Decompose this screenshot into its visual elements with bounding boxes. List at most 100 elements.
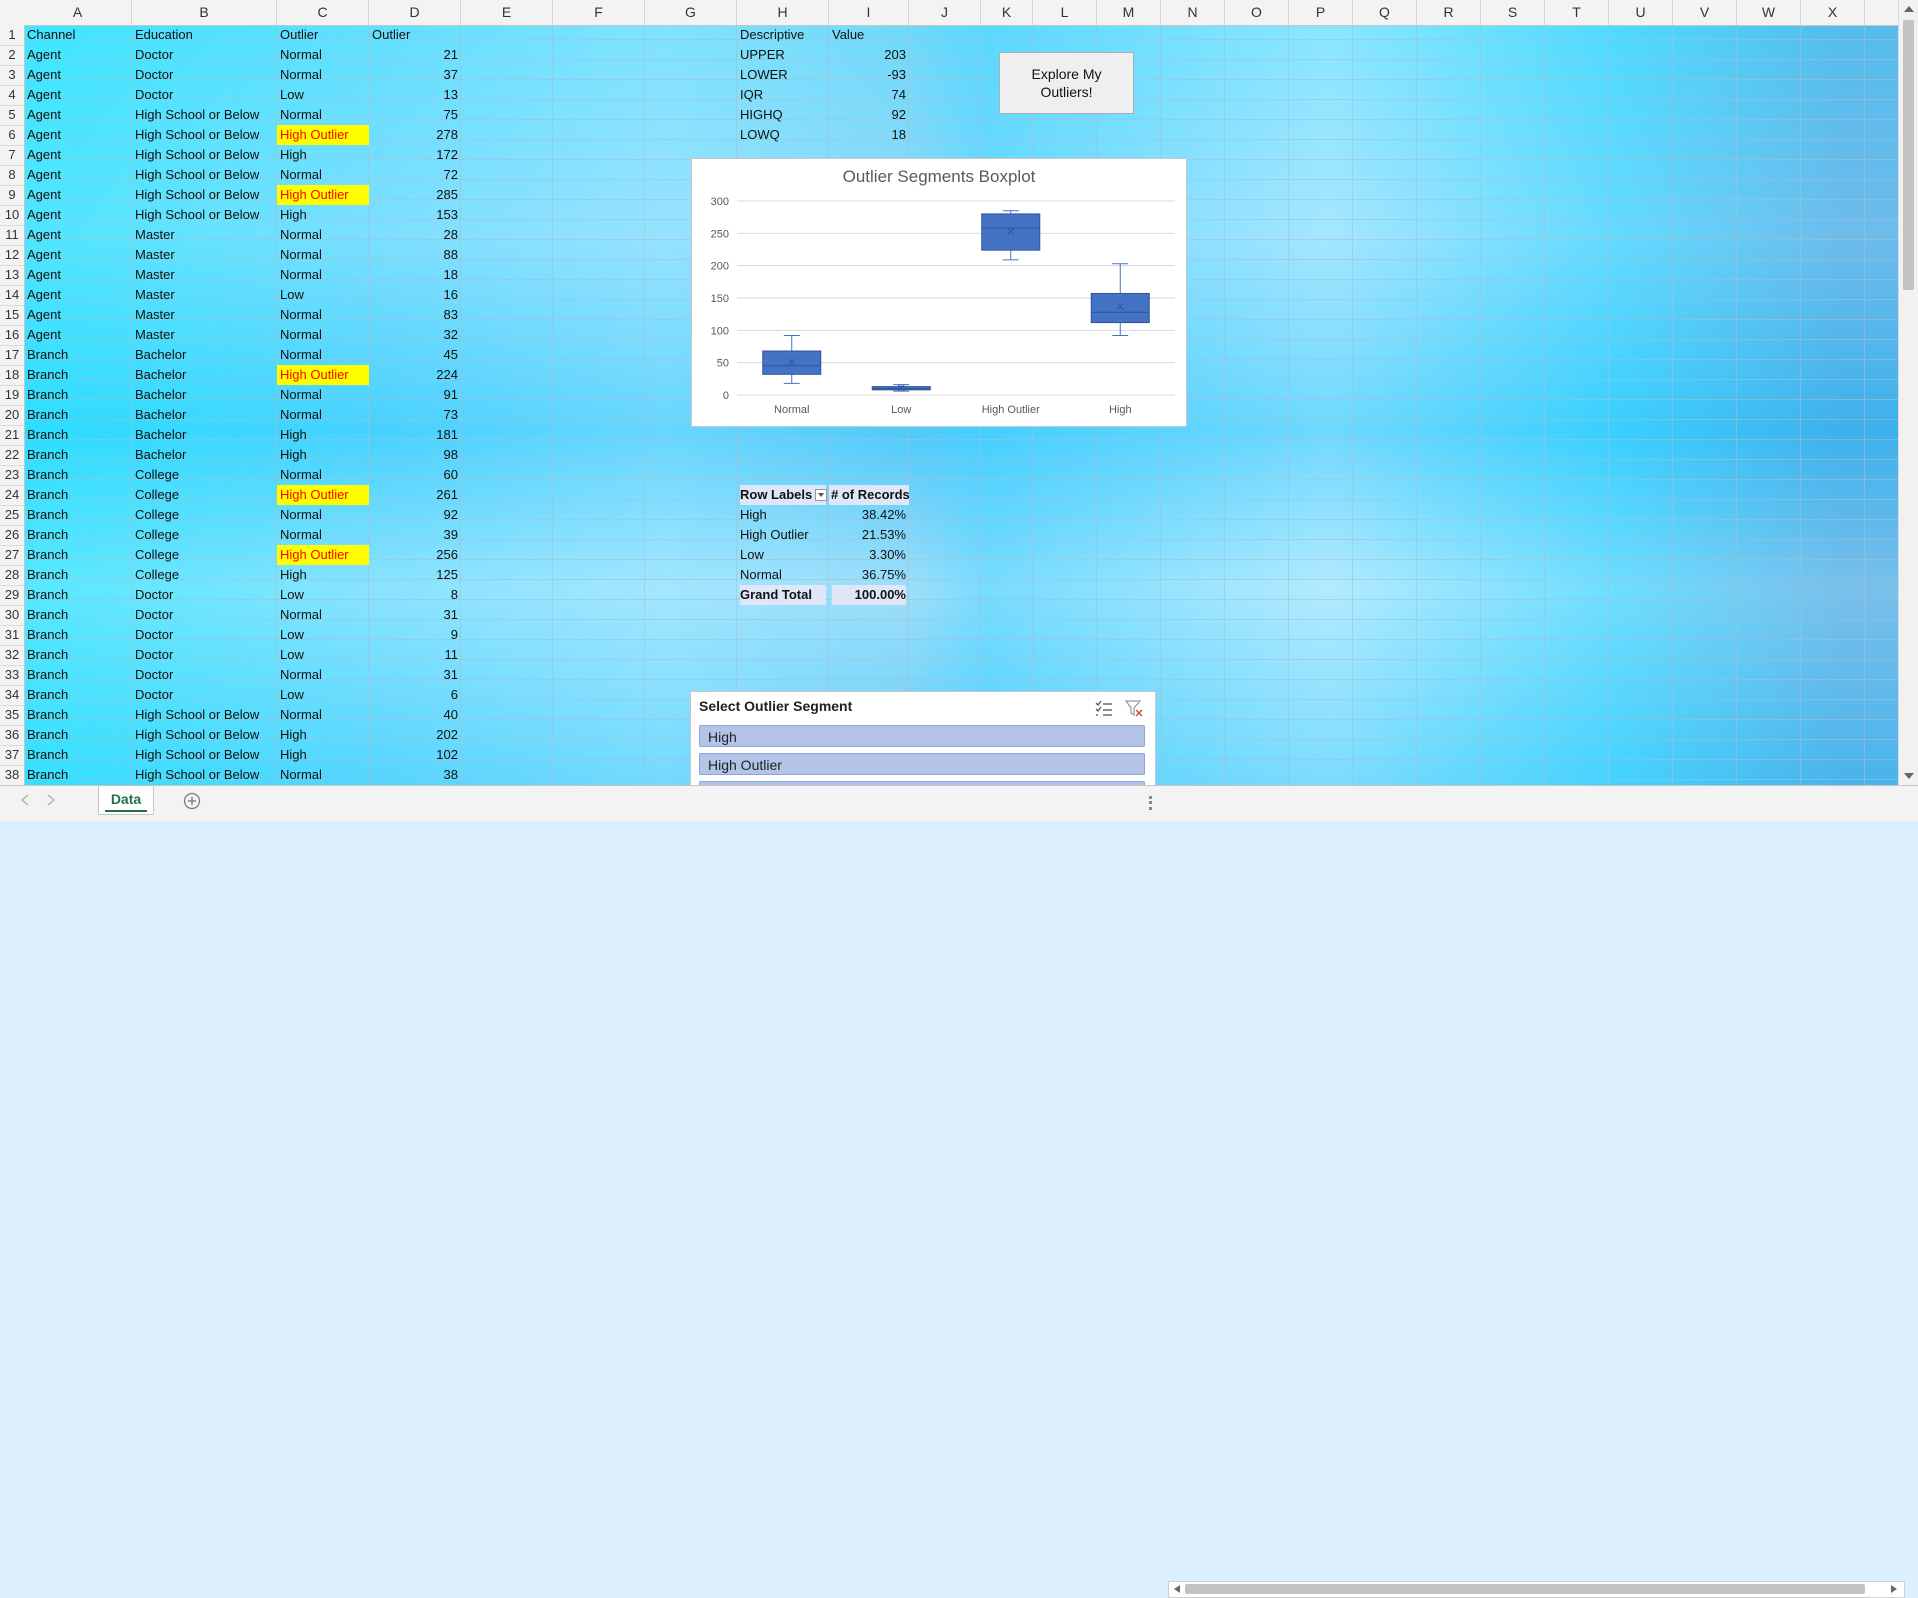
value-cell[interactable]: 45 <box>372 345 458 365</box>
outlier-cell[interactable]: High <box>280 145 366 165</box>
education-cell[interactable]: Master <box>135 225 274 245</box>
outlier-cell[interactable]: Low <box>280 285 366 305</box>
value-cell[interactable]: 9 <box>372 625 458 645</box>
row-header-24[interactable]: 24 <box>0 485 24 506</box>
channel-cell[interactable]: Agent <box>27 245 129 265</box>
row-header-38[interactable]: 38 <box>0 765 24 785</box>
descriptive-value[interactable]: 74 <box>832 85 906 105</box>
channel-cell[interactable]: Branch <box>27 385 129 405</box>
row-header-18[interactable]: 18 <box>0 365 24 386</box>
column-header-k[interactable]: K <box>981 0 1033 25</box>
horizontal-scroll-thumb[interactable] <box>1185 1584 1865 1594</box>
outlier-cell[interactable]: High Outlier <box>277 545 369 565</box>
outlier-cell[interactable]: High <box>280 205 366 225</box>
education-cell[interactable]: High School or Below <box>135 105 274 125</box>
education-cell[interactable]: Bachelor <box>135 445 274 465</box>
outlier-cell[interactable]: Normal <box>280 385 366 405</box>
clear-filter-icon[interactable] <box>1124 699 1144 717</box>
descriptive-value[interactable]: 18 <box>832 125 906 145</box>
pivot-filter-dropdown-icon[interactable] <box>815 489 827 501</box>
value-cell[interactable]: 181 <box>372 425 458 445</box>
pivot-row-label[interactable]: High <box>740 505 826 525</box>
channel-cell[interactable]: Branch <box>27 565 129 585</box>
channel-cell[interactable]: Branch <box>27 485 129 505</box>
scroll-left-icon[interactable] <box>1172 1584 1182 1594</box>
pivot-row-label[interactable]: Low <box>740 545 826 565</box>
outlier-cell[interactable]: Normal <box>280 165 366 185</box>
column-header-h[interactable]: H <box>737 0 829 25</box>
outlier-cell[interactable]: Normal <box>280 765 366 785</box>
row-header-5[interactable]: 5 <box>0 105 24 126</box>
value-cell[interactable]: 16 <box>372 285 458 305</box>
channel-cell[interactable]: Branch <box>27 625 129 645</box>
education-cell[interactable]: Bachelor <box>135 345 274 365</box>
channel-cell[interactable]: Branch <box>27 365 129 385</box>
row-header-13[interactable]: 13 <box>0 265 24 286</box>
education-cell[interactable]: Bachelor <box>135 385 274 405</box>
education-cell[interactable]: Doctor <box>135 65 274 85</box>
outlier-cell[interactable]: Normal <box>280 605 366 625</box>
channel-cell[interactable]: Agent <box>27 185 129 205</box>
column-header-m[interactable]: M <box>1097 0 1161 25</box>
row-header-17[interactable]: 17 <box>0 345 24 366</box>
row-header-36[interactable]: 36 <box>0 725 24 746</box>
value-cell[interactable]: 60 <box>372 465 458 485</box>
value-cell[interactable]: 278 <box>372 125 458 145</box>
channel-cell[interactable]: Branch <box>27 445 129 465</box>
slicer-item-high-outlier[interactable]: High Outlier <box>699 753 1145 775</box>
education-cell[interactable]: Bachelor <box>135 425 274 445</box>
row-header-27[interactable]: 27 <box>0 545 24 566</box>
value-cell[interactable]: 18 <box>372 265 458 285</box>
column-header-a[interactable]: A <box>24 0 132 25</box>
descriptive-label[interactable]: LOWQ <box>740 125 826 145</box>
column-header-f[interactable]: F <box>553 0 645 25</box>
value-cell[interactable]: 98 <box>372 445 458 465</box>
channel-cell[interactable]: Branch <box>27 605 129 625</box>
channel-cell[interactable]: Agent <box>27 165 129 185</box>
slicer-item-high[interactable]: High <box>699 725 1145 747</box>
education-cell[interactable]: High School or Below <box>135 165 274 185</box>
outlier-cell[interactable]: High Outlier <box>277 485 369 505</box>
column-header-s[interactable]: S <box>1481 0 1545 25</box>
education-cell[interactable]: High School or Below <box>135 205 274 225</box>
channel-cell[interactable]: Agent <box>27 125 129 145</box>
row-header-8[interactable]: 8 <box>0 165 24 186</box>
outlier-cell[interactable]: Low <box>280 85 366 105</box>
education-cell[interactable]: Bachelor <box>135 365 274 385</box>
channel-cell[interactable]: Branch <box>27 765 129 785</box>
table-header[interactable]: Outlier <box>280 25 366 45</box>
channel-cell[interactable]: Branch <box>27 745 129 765</box>
education-cell[interactable]: High School or Below <box>135 765 274 785</box>
value-cell[interactable]: 40 <box>372 705 458 725</box>
outlier-cell[interactable]: High <box>280 425 366 445</box>
table-header[interactable]: Education <box>135 25 274 45</box>
education-cell[interactable]: Doctor <box>135 605 274 625</box>
descriptive-label[interactable]: LOWER <box>740 65 826 85</box>
channel-cell[interactable]: Branch <box>27 665 129 685</box>
boxplot-chart[interactable]: Outlier Segments Boxplot 0 50 100 150 200 250… <box>691 158 1187 427</box>
pivot-row-value[interactable]: 21.53% <box>832 525 906 545</box>
education-cell[interactable]: Doctor <box>135 85 274 105</box>
outlier-cell[interactable]: High <box>280 725 366 745</box>
education-cell[interactable]: Doctor <box>135 45 274 65</box>
value-cell[interactable]: 31 <box>372 665 458 685</box>
pivot-row-value[interactable]: 36.75% <box>832 565 906 585</box>
row-header-37[interactable]: 37 <box>0 745 24 766</box>
column-header-w[interactable]: W <box>1737 0 1801 25</box>
value-cell[interactable]: 39 <box>372 525 458 545</box>
education-cell[interactable]: Bachelor <box>135 405 274 425</box>
outlier-cell[interactable]: Normal <box>280 345 366 365</box>
pivot-row-labels-header[interactable]: Row Labels <box>740 485 826 505</box>
education-cell[interactable]: Master <box>135 245 274 265</box>
tab-splitter-handle[interactable] <box>1149 796 1155 810</box>
value-cell[interactable]: 172 <box>372 145 458 165</box>
value-cell[interactable]: 224 <box>372 365 458 385</box>
prev-sheet-icon[interactable] <box>20 794 30 806</box>
column-header-b[interactable]: B <box>132 0 277 25</box>
education-cell[interactable]: Master <box>135 325 274 345</box>
row-header-15[interactable]: 15 <box>0 305 24 326</box>
value-cell[interactable]: 8 <box>372 585 458 605</box>
row-header-21[interactable]: 21 <box>0 425 24 446</box>
channel-cell[interactable]: Agent <box>27 305 129 325</box>
descriptive-label[interactable]: IQR <box>740 85 826 105</box>
